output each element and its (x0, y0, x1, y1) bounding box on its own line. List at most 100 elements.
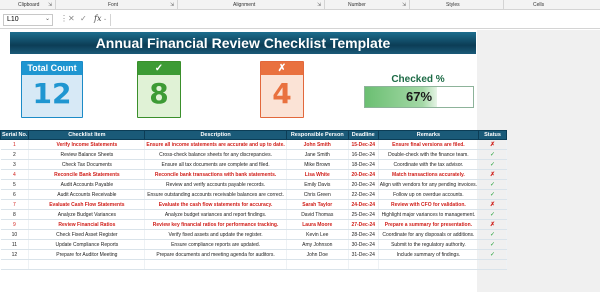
cell-status[interactable]: ✗ (478, 219, 508, 230)
header-checklist-item[interactable]: Checklist Item (28, 130, 146, 140)
cell-deadline[interactable]: 20-Dec-24 (348, 179, 379, 190)
cell-checklist-item[interactable]: Update Compliance Reports (28, 239, 146, 250)
ribbon-group-styles[interactable]: Styles (446, 2, 460, 8)
cell-remarks[interactable]: Review with CFO for validation. (378, 199, 480, 210)
cell-status[interactable]: ✓ (478, 239, 508, 250)
cell-description[interactable]: Prepare documents and meeting agenda for… (144, 249, 287, 260)
cell-description[interactable] (144, 259, 287, 270)
fx-dropdown-icon[interactable]: ⌄ (103, 16, 107, 22)
cell-remarks[interactable]: Highlight major variances to management. (378, 209, 480, 220)
font-launcher-icon[interactable]: ⇲ (170, 2, 174, 8)
cell-status[interactable]: ✓ (478, 179, 508, 190)
cell-serial-no[interactable]: 9 (0, 219, 30, 230)
cell-serial-no[interactable]: 10 (0, 229, 30, 240)
cell-serial-no[interactable]: 3 (0, 159, 30, 170)
cell-checklist-item[interactable] (28, 259, 146, 270)
cell-responsible-person[interactable]: Sarah Taylor (286, 199, 349, 210)
cell-deadline[interactable]: 15-Dec-24 (348, 139, 379, 150)
cell-responsible-person[interactable]: John Doe (286, 249, 349, 260)
cell-responsible-person[interactable]: Jane Smith (286, 149, 349, 160)
cell-serial-no[interactable]: 4 (0, 169, 30, 180)
cell-checklist-item[interactable]: Verify Income Statements (28, 139, 146, 150)
cell-remarks[interactable]: Ensure final versions are filed. (378, 139, 480, 150)
cell-responsible-person[interactable]: Amy Johnson (286, 239, 349, 250)
cell-description[interactable]: Ensure all tax documents are complete an… (144, 159, 287, 170)
insert-function-icon[interactable]: fx (94, 14, 101, 23)
cell-remarks[interactable]: Submit to the regulatory authority. (378, 239, 480, 250)
header-serial-no[interactable]: Serial No. (0, 130, 30, 140)
cell-deadline[interactable]: 30-Dec-24 (348, 239, 379, 250)
cell-status[interactable]: ✗ (478, 199, 508, 210)
ribbon-group-clipboard[interactable]: Clipboard (18, 2, 39, 8)
alignment-launcher-icon[interactable]: ⇲ (317, 2, 321, 8)
cell-serial-no[interactable]: 6 (0, 189, 30, 200)
cell-status[interactable] (478, 259, 508, 270)
cell-checklist-item[interactable]: Audit Accounts Payable (28, 179, 146, 190)
number-launcher-icon[interactable]: ⇲ (402, 2, 406, 8)
cell-remarks[interactable]: Prepare a summary for presentation. (378, 219, 480, 230)
cell-deadline[interactable]: 28-Dec-24 (348, 229, 379, 240)
cell-remarks[interactable]: Follow up on overdue accounts. (378, 189, 480, 200)
enter-icon[interactable]: ✓ (80, 14, 87, 23)
cell-deadline[interactable]: 25-Dec-24 (348, 209, 379, 220)
ribbon-group-cells[interactable]: Cells (533, 2, 544, 8)
cell-responsible-person[interactable]: Kevin Lee (286, 229, 349, 240)
cell-checklist-item[interactable]: Evaluate Cash Flow Statements (28, 199, 146, 210)
ribbon-group-alignment[interactable]: Alignment (233, 2, 255, 8)
chevron-down-icon[interactable]: ⌄ (45, 15, 50, 22)
cell-deadline[interactable]: 24-Dec-24 (348, 199, 379, 210)
header-status[interactable]: Status (478, 130, 508, 140)
cell-description[interactable]: Review and verify accounts payable recor… (144, 179, 287, 190)
cell-description[interactable]: Review key financial ratios for performa… (144, 219, 287, 230)
cell-deadline[interactable]: 16-Dec-24 (348, 149, 379, 160)
header-description[interactable]: Description (144, 130, 287, 140)
cell-checklist-item[interactable]: Audit Accounts Receivable (28, 189, 146, 200)
cell-checklist-item[interactable]: Reconcile Bank Statements (28, 169, 146, 180)
cell-remarks[interactable]: Match transactions accurately. (378, 169, 480, 180)
cell-serial-no[interactable]: 11 (0, 239, 30, 250)
cell-responsible-person[interactable] (286, 259, 349, 270)
cell-responsible-person[interactable]: Emily Davis (286, 179, 349, 190)
cell-responsible-person[interactable]: Mike Brown (286, 159, 349, 170)
cell-status[interactable]: ✓ (478, 149, 508, 160)
cell-serial-no[interactable]: 12 (0, 249, 30, 260)
name-box[interactable]: L10 ⌄ (3, 14, 53, 26)
cell-serial-no[interactable]: 8 (0, 209, 30, 220)
cell-remarks[interactable]: Coordinate for any disposals or addition… (378, 229, 480, 240)
cell-description[interactable]: Analyze budget variances and report find… (144, 209, 287, 220)
cell-checklist-item[interactable]: Review Balance Sheets (28, 149, 146, 160)
cell-deadline[interactable]: 31-Dec-24 (348, 249, 379, 260)
cell-serial-no[interactable]: 2 (0, 149, 30, 160)
cell-status[interactable]: ✓ (478, 249, 508, 260)
cell-serial-no[interactable] (0, 259, 30, 270)
cell-deadline[interactable]: 20-Dec-24 (348, 169, 379, 180)
cell-deadline[interactable]: 27-Dec-24 (348, 219, 379, 230)
cell-status[interactable]: ✗ (478, 139, 508, 150)
more-options-icon[interactable]: ⋮ (60, 14, 68, 23)
cell-serial-no[interactable]: 7 (0, 199, 30, 210)
cell-description[interactable]: Evaluate the cash flow statements for ac… (144, 199, 287, 210)
cell-deadline[interactable]: 22-Dec-24 (348, 189, 379, 200)
ribbon-group-number[interactable]: Number (348, 2, 366, 8)
cell-checklist-item[interactable]: Review Financial Ratios (28, 219, 146, 230)
cell-status[interactable]: ✓ (478, 159, 508, 170)
cell-remarks[interactable] (378, 259, 480, 270)
cell-status[interactable]: ✓ (478, 189, 508, 200)
cell-responsible-person[interactable]: Lisa White (286, 169, 349, 180)
cell-serial-no[interactable]: 1 (0, 139, 30, 150)
cell-responsible-person[interactable]: Laura Moore (286, 219, 349, 230)
cell-description[interactable]: Reconcile bank transactions with bank st… (144, 169, 287, 180)
cell-responsible-person[interactable]: Chris Green (286, 189, 349, 200)
cell-checklist-item[interactable]: Prepare for Auditor Meeting (28, 249, 146, 260)
cell-responsible-person[interactable]: John Smith (286, 139, 349, 150)
header-remarks[interactable]: Remarks (377, 130, 480, 140)
cell-status[interactable]: ✓ (478, 209, 508, 220)
cell-checklist-item[interactable]: Check Fixed Asset Register (28, 229, 146, 240)
header-deadline[interactable]: Deadline (347, 130, 379, 140)
cell-responsible-person[interactable]: David Thomas (286, 209, 349, 220)
cell-deadline[interactable] (348, 259, 379, 270)
cell-deadline[interactable]: 18-Dec-24 (348, 159, 379, 170)
cell-checklist-item[interactable]: Check Tax Documents (28, 159, 146, 170)
cancel-icon[interactable]: ✕ (68, 14, 75, 23)
formula-input[interactable] (110, 14, 596, 26)
